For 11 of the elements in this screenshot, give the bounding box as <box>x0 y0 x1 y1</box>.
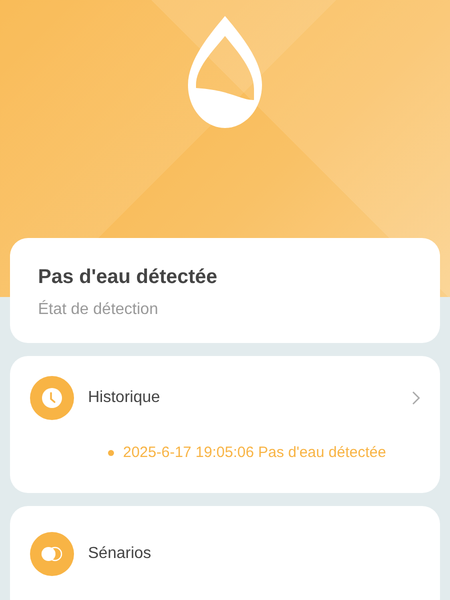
scenarios-card[interactable]: Sénarios <box>10 506 440 600</box>
chevron-right-icon <box>412 391 420 405</box>
clock-icon <box>30 376 74 420</box>
history-title: Historique <box>88 389 162 407</box>
scenarios-title: Sénarios <box>88 545 152 563</box>
history-card[interactable]: Historique 2025-6-17 19:05:06 Pas d'eau détectée <box>10 356 440 493</box>
entry-dot <box>108 450 114 456</box>
history-entry: 2025-6-17 19:05:06 Pas d'eau détectée <box>123 444 386 461</box>
toggle-icon <box>30 532 74 576</box>
status-subtitle: État de détection <box>38 301 160 319</box>
status-title: Pas d'eau détectée <box>38 266 218 289</box>
